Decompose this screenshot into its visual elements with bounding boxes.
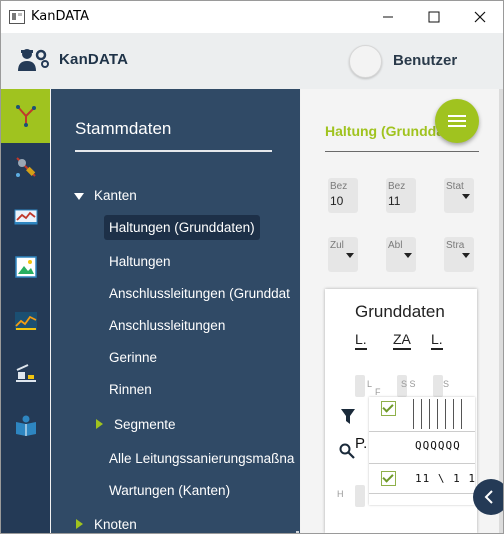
heading-divider	[325, 151, 479, 152]
card-tab-3[interactable]: L.	[431, 331, 443, 350]
rail-tools[interactable]	[1, 143, 50, 191]
grid-cell: 11 \ 1 1	[415, 472, 476, 485]
field-status-select[interactable]: Stat	[444, 178, 474, 213]
column-label: S S	[401, 379, 416, 389]
app-window-icon	[9, 10, 25, 24]
field-bez-1[interactable]: Bez 10	[328, 178, 358, 213]
rail-level[interactable]	[1, 349, 50, 397]
field-strasse-select[interactable]: Stra	[444, 237, 474, 272]
chevron-down-icon	[346, 253, 354, 258]
column-handle	[433, 375, 443, 397]
level-icon	[15, 364, 36, 382]
grunddaten-card: Grunddaten L. ZA L. L S S S F H P. QQQQQ…	[325, 289, 477, 533]
user-label[interactable]: Benutzer	[393, 52, 457, 69]
search-input[interactable]: P.	[355, 435, 367, 452]
maximize-icon	[428, 11, 440, 23]
field-bez-2[interactable]: Bez 11	[386, 178, 416, 213]
menu-fab-button[interactable]	[435, 99, 479, 143]
tree-item-haltungen-grunddaten[interactable]: Haltungen (Grunddaten)	[104, 215, 260, 240]
window-title: KanDATA	[31, 9, 89, 24]
app-header: KanDATA Benutzer	[1, 33, 503, 89]
detail-panel: Haltung (Grunddaten) Bez 10 Bez 11 Stat …	[301, 89, 503, 533]
user-avatar[interactable]	[349, 45, 382, 78]
tree-item-haltungen[interactable]: Haltungen	[109, 254, 171, 269]
field-value: 10	[330, 194, 344, 208]
tree-group-kanten[interactable]: Kanten	[94, 188, 137, 203]
tools-icon	[15, 157, 36, 177]
minimize-icon	[383, 16, 393, 18]
column-handle	[355, 485, 365, 507]
field-label: Zul	[330, 240, 344, 251]
hamburger-icon	[448, 115, 466, 117]
side-label: H	[337, 489, 344, 499]
chevron-left-icon	[484, 490, 493, 504]
nav-resize-handle[interactable]	[296, 531, 299, 533]
column-label: L	[367, 379, 373, 389]
nav-title: Stammdaten	[75, 119, 172, 138]
tree-item-anschlussleitungen-grunddaten[interactable]: Anschlussleitungen (Grunddat	[109, 286, 290, 301]
module-rail	[1, 89, 50, 533]
data-grid: QQQQQQ 11 \ 1 1	[369, 397, 475, 505]
navigation-panel: Stammdaten Kanten Haltungen (Grunddaten)…	[51, 89, 300, 533]
field-zulauf-select[interactable]: Zul	[328, 237, 358, 272]
card-tab-1[interactable]: L.	[355, 331, 367, 350]
field-label: Bez	[388, 181, 406, 192]
field-label: Stra	[446, 240, 465, 251]
nav-title-divider	[75, 150, 272, 152]
chevron-down-icon	[404, 253, 412, 258]
profile-chart-icon	[14, 312, 37, 330]
field-value: 11	[388, 194, 401, 208]
rail-image[interactable]	[1, 243, 50, 291]
filter-icon[interactable]	[341, 409, 355, 425]
chevron-down-icon	[462, 253, 470, 258]
rail-chart[interactable]	[1, 193, 50, 241]
column-handle	[355, 375, 365, 397]
row-checkbox[interactable]	[381, 401, 396, 416]
field-label: Abl	[388, 240, 403, 251]
chart-icon	[14, 209, 37, 225]
row-checkbox[interactable]	[381, 471, 396, 486]
vertical-scrollbar[interactable]	[499, 89, 503, 533]
tree-item-anschlussleitungen[interactable]: Anschlussleitungen	[109, 318, 225, 333]
card-title: Grunddaten	[355, 302, 445, 321]
tree-item-wartungen[interactable]: Wartungen (Kanten)	[109, 483, 230, 498]
app-name: KanDATA	[59, 51, 129, 68]
app-logo-icon	[18, 49, 49, 71]
rail-book[interactable]	[1, 401, 50, 449]
tree-item-gerinne[interactable]: Gerinne	[109, 350, 157, 365]
expand-kanten-icon[interactable]	[74, 193, 84, 200]
chevron-down-icon	[462, 194, 470, 199]
grid-cell: QQQQQQ	[415, 439, 461, 452]
rail-network[interactable]	[1, 89, 50, 143]
rail-profile[interactable]	[1, 297, 50, 345]
card-tab-2[interactable]: ZA	[393, 331, 411, 350]
book-user-icon	[15, 415, 36, 436]
tree-item-rinnen[interactable]: Rinnen	[109, 382, 152, 397]
column-label: S	[443, 379, 450, 389]
side-label: F	[375, 387, 381, 397]
tree-item-leitungssanierung[interactable]: Alle Leitungssanierungsmaßna	[109, 451, 294, 466]
close-button[interactable]	[457, 1, 503, 33]
field-label: Bez	[330, 181, 348, 192]
close-icon	[474, 11, 486, 23]
tree-group-segmente[interactable]: Segmente	[114, 417, 176, 432]
field-ablauf-select[interactable]: Abl	[386, 237, 416, 272]
minimize-button[interactable]	[365, 1, 411, 33]
app-window: KanDATA KanDATA Benutzer Stammdaten Kant…	[0, 0, 504, 534]
maximize-button[interactable]	[411, 1, 457, 33]
search-icon[interactable]	[339, 443, 355, 459]
collapse-panel-button[interactable]	[473, 479, 503, 515]
expand-knoten-icon[interactable]	[76, 519, 83, 529]
expand-segmente-icon[interactable]	[96, 419, 103, 429]
tree-group-knoten[interactable]: Knoten	[94, 517, 137, 532]
network-icon	[15, 105, 36, 127]
image-icon	[14, 256, 37, 278]
field-label: Stat	[446, 181, 464, 192]
title-bar: KanDATA	[1, 1, 503, 33]
